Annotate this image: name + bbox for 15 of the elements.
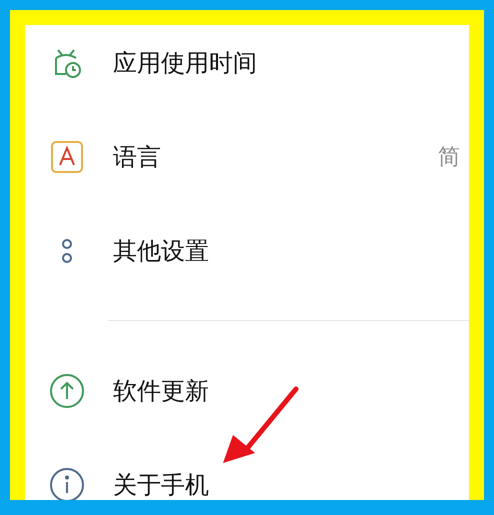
settings-item[interactable]: 应用使用时间 <box>25 25 469 110</box>
setting-label: 应用使用时间 <box>113 48 257 79</box>
two-dots-icon <box>60 237 74 265</box>
settings-item[interactable]: 语言 简 <box>25 110 469 204</box>
settings-item[interactable]: 软件更新 <box>25 344 469 438</box>
setting-label: 语言 <box>113 142 161 173</box>
setting-label: 其他设置 <box>113 236 209 267</box>
settings-item[interactable]: 关于手机 <box>25 438 469 500</box>
setting-label: 关于手机 <box>113 470 209 500</box>
up-arrow-circle-icon <box>49 373 85 409</box>
settings-item[interactable]: 其他设置 <box>25 204 469 298</box>
setting-value: 简 <box>438 144 460 172</box>
setting-label: 软件更新 <box>113 376 209 407</box>
letter-a-icon <box>50 140 84 174</box>
info-icon <box>49 467 85 500</box>
